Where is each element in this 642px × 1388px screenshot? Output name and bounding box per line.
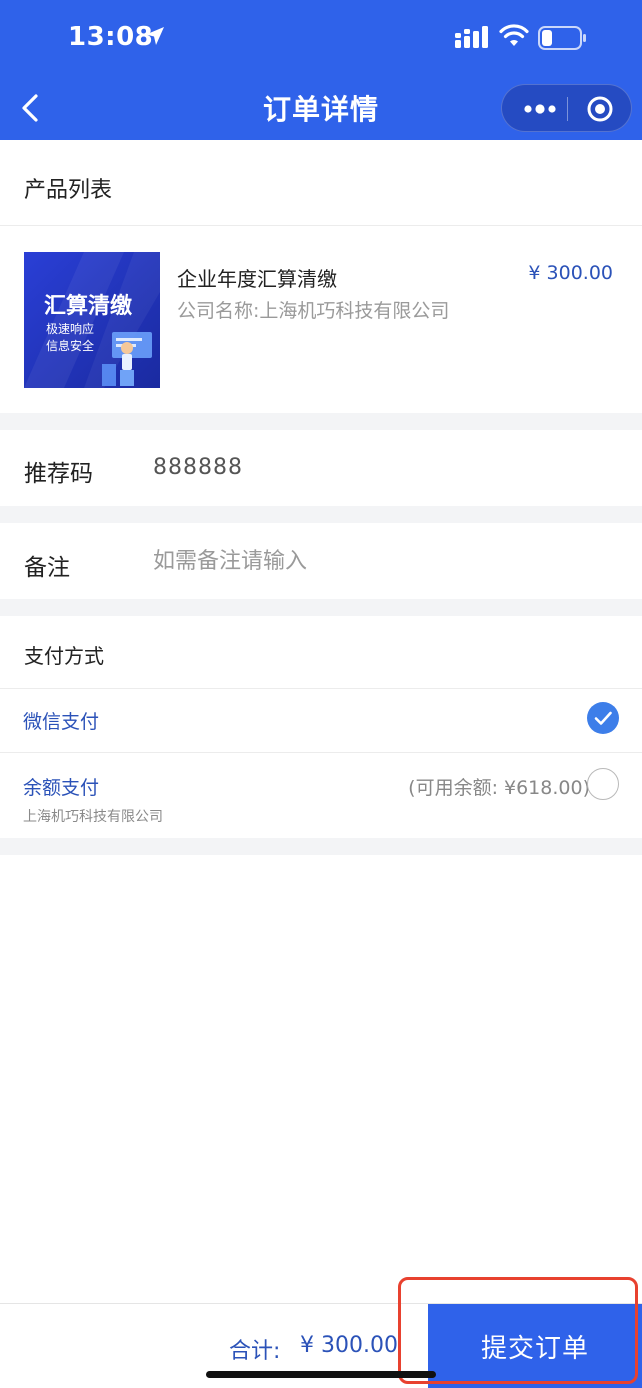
total-label: 合计: xyxy=(229,1339,281,1364)
section-gap xyxy=(0,413,642,430)
submit-order-button[interactable]: 提交订单 xyxy=(428,1304,642,1388)
total-amount: ¥ 300.00 xyxy=(300,1333,398,1358)
divider xyxy=(0,688,642,689)
referral-label: 推荐码 xyxy=(24,461,93,487)
location-arrow-icon xyxy=(146,27,164,45)
section-gap xyxy=(0,838,642,855)
checkmark-icon xyxy=(594,711,612,725)
balance-pay-company: 上海机巧科技有限公司 xyxy=(23,809,163,825)
wechat-pay-label[interactable]: 微信支付 xyxy=(23,707,99,734)
thumb-line2: 信息安全 xyxy=(46,339,95,353)
referral-code-value[interactable]: 888888 xyxy=(153,455,243,480)
battery-icon xyxy=(538,26,586,50)
balance-pay-radio[interactable] xyxy=(587,768,619,800)
home-indicator xyxy=(206,1371,436,1378)
more-dots-icon[interactable] xyxy=(520,98,560,120)
product-name[interactable]: 企业年度汇算清缴 xyxy=(177,263,337,292)
product-list-title: 产品列表 xyxy=(24,178,113,203)
available-balance: (可用余额: ¥618.00) xyxy=(408,777,590,799)
miniprogram-capsule xyxy=(501,84,632,132)
product-company: 公司名称:上海机巧科技有限公司 xyxy=(177,300,450,322)
wifi-icon xyxy=(499,24,529,46)
product-price: ¥ 300.00 xyxy=(528,262,613,284)
cellular-signal-icon xyxy=(455,26,488,48)
close-target-icon[interactable] xyxy=(586,95,614,123)
thumb-line1: 极速响应 xyxy=(46,322,95,336)
remark-label: 备注 xyxy=(24,555,70,581)
product-thumbnail[interactable]: 汇算清缴 极速响应 信息安全 xyxy=(24,252,160,388)
balance-pay-label[interactable]: 余额支付 xyxy=(23,773,99,800)
divider xyxy=(0,225,642,226)
remark-input[interactable] xyxy=(153,543,613,579)
section-gap xyxy=(0,506,642,523)
section-gap xyxy=(0,599,642,616)
capsule-divider xyxy=(567,97,568,121)
top-header: 13:08 订单详情 xyxy=(0,0,642,140)
thumb-headline: 汇算清缴 xyxy=(44,294,133,319)
divider xyxy=(0,752,642,753)
status-time: 13:08 xyxy=(68,22,154,52)
wechat-pay-radio[interactable] xyxy=(587,702,619,734)
payment-method-title: 支付方式 xyxy=(24,644,104,668)
